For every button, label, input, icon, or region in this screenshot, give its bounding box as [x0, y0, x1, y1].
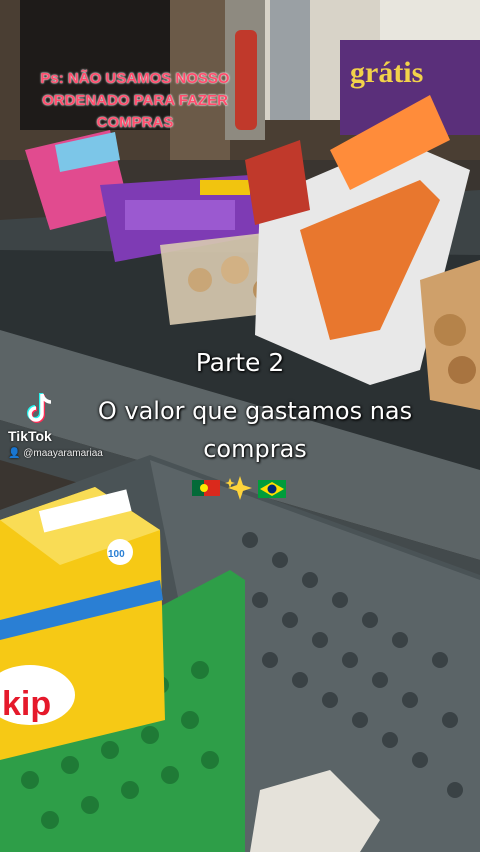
emoji-row [190, 474, 290, 502]
yellow-detergent-box: kip 100 [0, 487, 165, 760]
box-brand-text: kip [2, 685, 51, 723]
tiktok-username-text: @maayaramariaa [23, 448, 103, 459]
potato-bag [420, 260, 480, 410]
store-sign-text: grátis [350, 56, 423, 89]
note-line-1: Ps: NÃO USAMOS NOSSO [40, 70, 230, 87]
note-line-2: ORDENADO PARA FAZER [42, 92, 228, 109]
sparkles-icon [225, 476, 252, 500]
user-icon: 👤 [8, 448, 21, 459]
part-label: Parte 2 [195, 348, 285, 377]
tiktok-logo-icon [27, 393, 52, 423]
tiktok-watermark: TikTok 👤 @maayaramariaa [8, 392, 138, 464]
tiktok-username: 👤 @maayaramariaa [8, 448, 103, 459]
note-overlay: Ps: NÃO USAMOS NOSSO ORDENADO PARA FAZER… [0, 68, 270, 134]
portugal-flag-icon [192, 480, 220, 496]
brazil-flag-icon [258, 480, 286, 498]
note-line-3: COMPRAS [96, 114, 174, 131]
box-badge-text: 100 [108, 549, 125, 560]
tiktok-brand-text: TikTok [8, 428, 52, 444]
